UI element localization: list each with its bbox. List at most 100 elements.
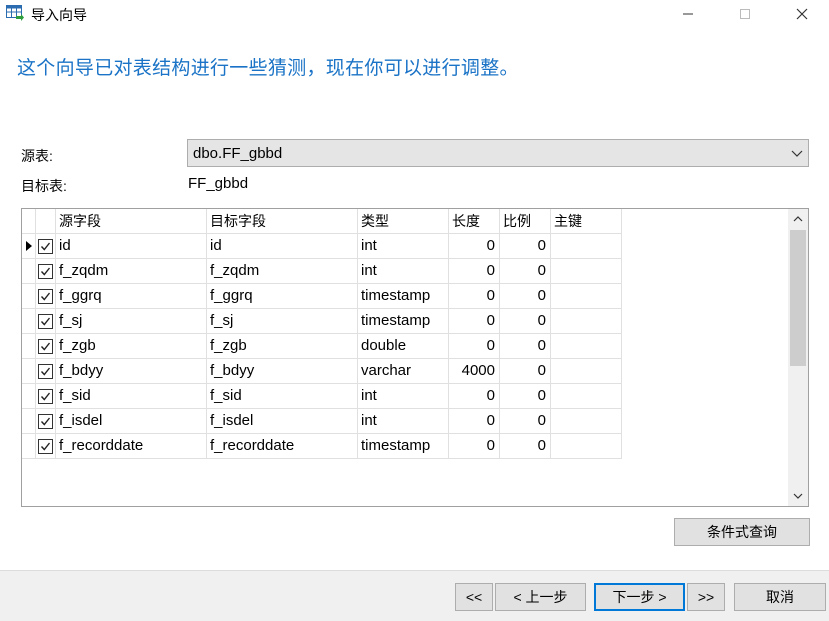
scroll-up-button[interactable] [788,209,808,229]
length-cell[interactable]: 0 [449,234,500,259]
primary-key-cell[interactable] [551,234,622,259]
scale-cell[interactable]: 0 [500,309,551,334]
length-cell[interactable]: 0 [449,284,500,309]
table-row[interactable]: f_sid f_sid int 0 0 [22,384,622,409]
scale-cell[interactable]: 0 [500,284,551,309]
target-field-cell[interactable]: f_zgb [207,334,358,359]
field-mapping-grid[interactable]: 源字段 目标字段 类型 长度 比例 主键 id id int 0 0 f_zqdm f_zq… [21,208,809,507]
table-row[interactable]: f_zqdm f_zqdm int 0 0 [22,259,622,284]
scroll-down-button[interactable] [788,486,808,506]
table-row[interactable]: f_bdyy f_bdyy varchar 4000 0 [22,359,622,384]
row-include-cell[interactable] [36,409,56,434]
header-type[interactable]: 类型 [358,209,449,234]
table-row[interactable]: f_recorddate f_recorddate timestamp 0 0 [22,434,622,459]
source-field-cell[interactable]: f_sid [56,384,207,409]
include-checkbox[interactable] [38,339,53,354]
primary-key-cell[interactable] [551,434,622,459]
next-step-button[interactable]: 下一步 > [594,583,685,611]
type-cell[interactable]: int [358,384,449,409]
target-field-cell[interactable]: f_sj [207,309,358,334]
type-cell[interactable]: double [358,334,449,359]
scroll-thumb[interactable] [790,230,806,366]
primary-key-cell[interactable] [551,409,622,434]
table-row[interactable]: f_sj f_sj timestamp 0 0 [22,309,622,334]
type-cell[interactable]: timestamp [358,284,449,309]
include-checkbox[interactable] [38,414,53,429]
row-include-cell[interactable] [36,334,56,359]
previous-step-button[interactable]: < 上一步 [495,583,586,611]
length-cell[interactable]: 0 [449,259,500,284]
include-checkbox[interactable] [38,264,53,279]
scale-cell[interactable]: 0 [500,434,551,459]
cancel-button[interactable]: 取消 [734,583,826,611]
row-include-cell[interactable] [36,434,56,459]
scale-cell[interactable]: 0 [500,409,551,434]
source-field-cell[interactable]: f_isdel [56,409,207,434]
scale-cell[interactable]: 0 [500,259,551,284]
type-cell[interactable]: int [358,409,449,434]
source-field-cell[interactable]: f_zqdm [56,259,207,284]
maximize-button[interactable] [721,0,769,28]
length-cell[interactable]: 0 [449,334,500,359]
type-cell[interactable]: int [358,259,449,284]
primary-key-cell[interactable] [551,284,622,309]
length-cell[interactable]: 0 [449,434,500,459]
primary-key-cell[interactable] [551,359,622,384]
target-field-cell[interactable]: f_recorddate [207,434,358,459]
table-row[interactable]: id id int 0 0 [22,234,622,259]
row-include-cell[interactable] [36,384,56,409]
target-field-cell[interactable]: f_bdyy [207,359,358,384]
length-cell[interactable]: 4000 [449,359,500,384]
header-primary-key[interactable]: 主键 [551,209,622,234]
length-cell[interactable]: 0 [449,309,500,334]
scale-cell[interactable]: 0 [500,334,551,359]
row-include-cell[interactable] [36,284,56,309]
primary-key-cell[interactable] [551,259,622,284]
source-field-cell[interactable]: f_zgb [56,334,207,359]
condition-query-button[interactable]: 条件式查询 [674,518,810,546]
header-scale[interactable]: 比例 [500,209,551,234]
type-cell[interactable]: varchar [358,359,449,384]
scale-cell[interactable]: 0 [500,384,551,409]
include-checkbox[interactable] [38,389,53,404]
target-field-cell[interactable]: f_sid [207,384,358,409]
include-checkbox[interactable] [38,439,53,454]
source-field-cell[interactable]: f_bdyy [56,359,207,384]
source-field-cell[interactable]: f_sj [56,309,207,334]
include-checkbox[interactable] [38,364,53,379]
target-field-cell[interactable]: id [207,234,358,259]
target-field-cell[interactable]: f_ggrq [207,284,358,309]
primary-key-cell[interactable] [551,309,622,334]
table-row[interactable]: f_isdel f_isdel int 0 0 [22,409,622,434]
length-cell[interactable]: 0 [449,409,500,434]
grid-vertical-scrollbar[interactable] [788,209,808,506]
scale-cell[interactable]: 0 [500,359,551,384]
row-include-cell[interactable] [36,259,56,284]
row-include-cell[interactable] [36,234,56,259]
row-include-cell[interactable] [36,359,56,384]
table-row[interactable]: f_ggrq f_ggrq timestamp 0 0 [22,284,622,309]
source-field-cell[interactable]: f_recorddate [56,434,207,459]
type-cell[interactable]: int [358,234,449,259]
primary-key-cell[interactable] [551,384,622,409]
target-field-cell[interactable]: f_zqdm [207,259,358,284]
header-source-field[interactable]: 源字段 [56,209,207,234]
header-target-field[interactable]: 目标字段 [207,209,358,234]
source-table-select[interactable]: dbo.FF_gbbd [187,139,809,167]
close-button[interactable] [778,0,826,28]
first-step-button[interactable]: << [455,583,493,611]
primary-key-cell[interactable] [551,334,622,359]
source-field-cell[interactable]: id [56,234,207,259]
table-row[interactable]: f_zgb f_zgb double 0 0 [22,334,622,359]
include-checkbox[interactable] [38,314,53,329]
scale-cell[interactable]: 0 [500,234,551,259]
minimize-button[interactable] [664,0,712,28]
row-include-cell[interactable] [36,309,56,334]
type-cell[interactable]: timestamp [358,434,449,459]
source-field-cell[interactable]: f_ggrq [56,284,207,309]
target-field-cell[interactable]: f_isdel [207,409,358,434]
type-cell[interactable]: timestamp [358,309,449,334]
header-length[interactable]: 长度 [449,209,500,234]
include-checkbox[interactable] [38,289,53,304]
last-step-button[interactable]: >> [687,583,725,611]
